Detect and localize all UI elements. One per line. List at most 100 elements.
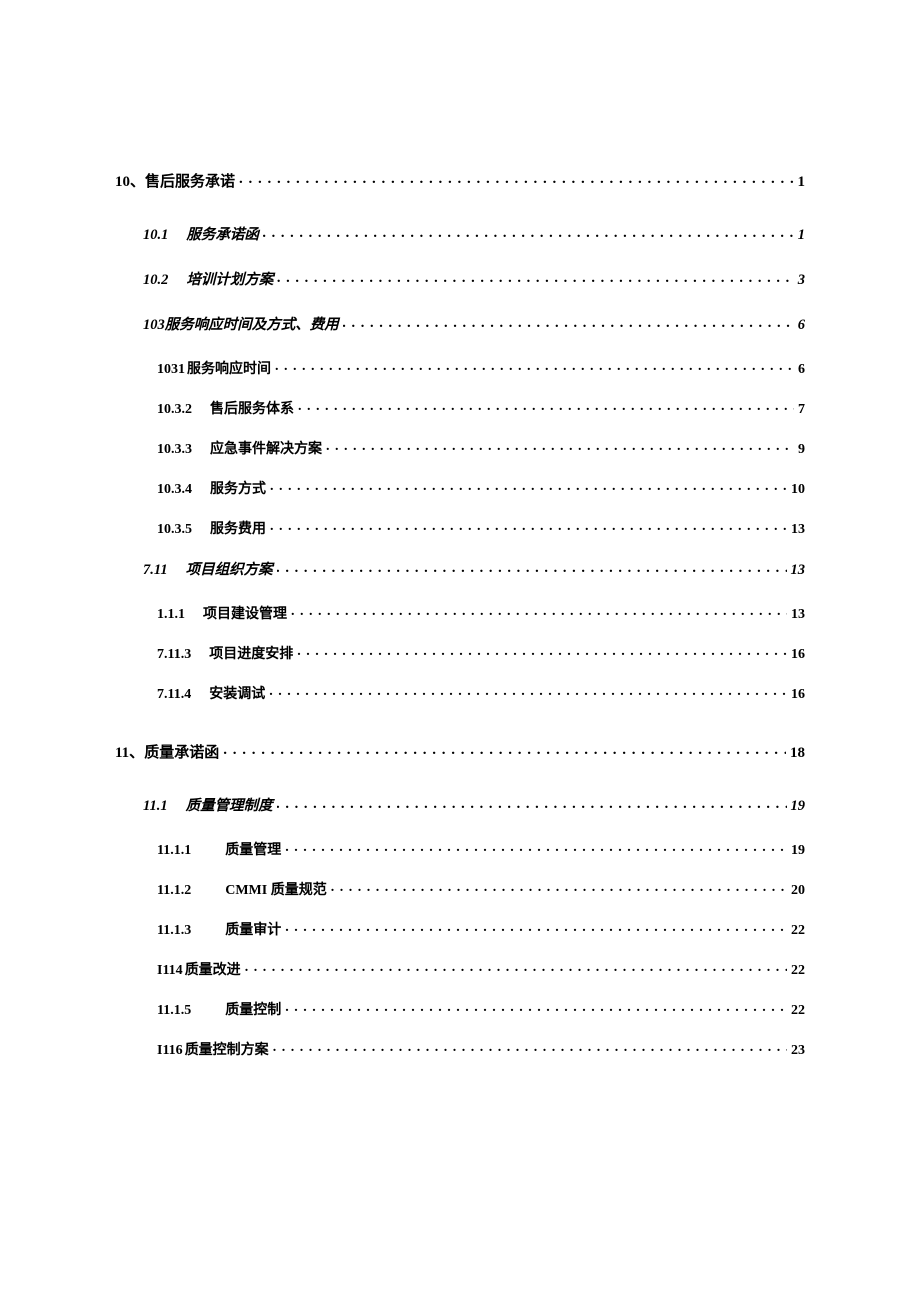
toc-leader-dots — [273, 1040, 787, 1054]
toc-number: 10.1 — [143, 227, 168, 243]
toc-label: 103服务响应时间及方式、费用 — [143, 313, 343, 334]
toc-number: I116 — [157, 1043, 183, 1058]
toc-entry: 11、质量承诺函 18 — [115, 741, 805, 762]
toc-label: 10.3.5 服务费用 — [157, 518, 270, 538]
toc-leader-dots — [285, 920, 787, 934]
toc-leader-dots — [285, 1000, 787, 1014]
toc-entry: 7.11项目组织方案13 — [143, 558, 805, 579]
toc-title: 质量控制方案 — [185, 1043, 269, 1058]
toc-page-number: 1 — [794, 174, 806, 191]
toc-title: 培训计划方案 — [186, 272, 273, 288]
toc-label: 7.11.3 项目进度安排 — [157, 643, 297, 663]
toc-label: 11.1.1质量管理 — [157, 839, 285, 859]
toc-leader-dots — [239, 171, 793, 186]
toc-label: I116质量控制方案 — [157, 1039, 273, 1059]
toc-page-number: 20 — [787, 883, 805, 899]
toc-leader-dots — [297, 644, 787, 658]
toc-number: 10.3.3 — [157, 442, 192, 457]
toc-entry: 10.3.2售后服务体系 7 — [157, 398, 805, 418]
toc-page-number: 13 — [787, 607, 805, 623]
toc-page-number: 18 — [786, 745, 805, 762]
toc-page-number: 9 — [794, 442, 805, 458]
toc-title: 服务响应时间及方式、费用 — [165, 317, 339, 333]
toc-title: 售后服务承诺 — [145, 174, 235, 190]
toc-number: 7.11.3 — [157, 647, 191, 662]
toc-leader-dots — [270, 519, 787, 533]
toc-title: 质量承诺函 — [144, 745, 219, 761]
toc-number: 1031 — [157, 362, 185, 377]
toc-entry: 10.1服务承诺函1 — [143, 223, 805, 244]
toc-page-number: 7 — [794, 402, 805, 418]
toc-leader-dots — [291, 604, 787, 618]
toc-entry: I116质量控制方案 23 — [157, 1039, 805, 1059]
toc-label: 11.1.3 质量审计 — [157, 919, 285, 939]
toc-number: 10.3.4 — [157, 482, 192, 497]
toc-leader-dots — [331, 880, 787, 894]
toc-number: 10.3.5 — [157, 522, 192, 537]
toc-leader-dots — [263, 225, 794, 240]
toc-leader-dots — [277, 796, 787, 811]
toc-label: 11.1.2CMMI 质量规范 — [157, 879, 331, 899]
toc-page-number: 1 — [794, 227, 805, 244]
toc-number: 11.1.5 — [157, 1003, 191, 1018]
toc-page-number: 22 — [787, 1003, 805, 1019]
toc-number: 103 — [143, 317, 165, 333]
toc-entry: I114质量改进 22 — [157, 959, 805, 979]
toc-entry: 10、售后服务承诺 1 — [115, 170, 805, 191]
toc-leader-dots — [343, 315, 794, 330]
toc-entry: 103服务响应时间及方式、费用 6 — [143, 313, 805, 334]
toc-leader-dots — [269, 684, 787, 698]
toc-title: 项目进度安排 — [209, 647, 293, 662]
toc-leader-dots — [223, 742, 786, 757]
toc-entry: 11.1.3 质量审计 22 — [157, 919, 805, 939]
toc-page-number: 19 — [787, 843, 805, 859]
toc-entry: 10.2 培训计划方案 3 — [143, 268, 805, 289]
toc-title: 项目建设管理 — [203, 607, 287, 622]
toc-entry: 1031服务响应时间 6 — [157, 358, 805, 378]
toc-page-number: 23 — [787, 1043, 805, 1059]
toc-page-number: 22 — [787, 963, 805, 979]
toc-label: 11、质量承诺函 — [115, 741, 223, 762]
toc-entry: 10.3.4服务方式 10 — [157, 478, 805, 498]
toc-number: 7.11.4 — [157, 687, 191, 702]
toc-title: CMMI 质量规范 — [225, 883, 327, 898]
toc-leader-dots — [275, 359, 794, 373]
toc-entry: 10.3.3应急事件解决方案 9 — [157, 438, 805, 458]
toc-label: 10.3.2售后服务体系 — [157, 398, 298, 418]
toc-label: 11.1.5质量控制 — [157, 999, 285, 1019]
toc-label: 10、售后服务承诺 — [115, 170, 239, 191]
toc-entry: 7.11.4 安装调试 16 — [157, 683, 805, 703]
toc-entry: 11.1.2CMMI 质量规范 20 — [157, 879, 805, 899]
toc-leader-dots — [326, 439, 794, 453]
toc-entry: 11.1.1质量管理 19 — [157, 839, 805, 859]
toc-page-number: 13 — [787, 562, 806, 579]
toc-page-number: 6 — [794, 362, 805, 378]
toc-number: 11.1.3 — [157, 923, 191, 938]
toc-page-number: 16 — [787, 687, 805, 703]
toc-leader-dots — [277, 270, 793, 285]
toc-page-number: 19 — [787, 798, 806, 815]
toc-entry: 11.1质量管理制度19 — [143, 794, 805, 815]
toc-page-number: 13 — [787, 522, 805, 538]
toc-title: 项目组织方案 — [186, 562, 273, 578]
toc-title: 服务费用 — [210, 522, 266, 537]
toc-number: 11、 — [115, 745, 144, 761]
toc-page-number: 3 — [794, 272, 805, 289]
toc-title: 质量改进 — [185, 963, 241, 978]
toc-leader-dots — [298, 399, 794, 413]
toc-page-number: 6 — [794, 317, 805, 334]
toc-label: 10.2 培训计划方案 — [143, 268, 277, 289]
toc-page-number: 10 — [787, 482, 805, 498]
toc-label: 1031服务响应时间 — [157, 358, 275, 378]
toc-entry: 10.3.5 服务费用 13 — [157, 518, 805, 538]
toc-number: I114 — [157, 963, 183, 978]
toc-title: 安装调试 — [209, 687, 265, 702]
toc-page-number: 22 — [787, 923, 805, 939]
toc-label: 10.3.4服务方式 — [157, 478, 270, 498]
toc-number: 10.2 — [143, 272, 168, 288]
toc-title: 质量审计 — [225, 923, 281, 938]
toc-label: 10.3.3应急事件解决方案 — [157, 438, 326, 458]
toc-page-number: 16 — [787, 647, 805, 663]
toc-leader-dots — [245, 960, 787, 974]
toc-number: 10.3.2 — [157, 402, 192, 417]
